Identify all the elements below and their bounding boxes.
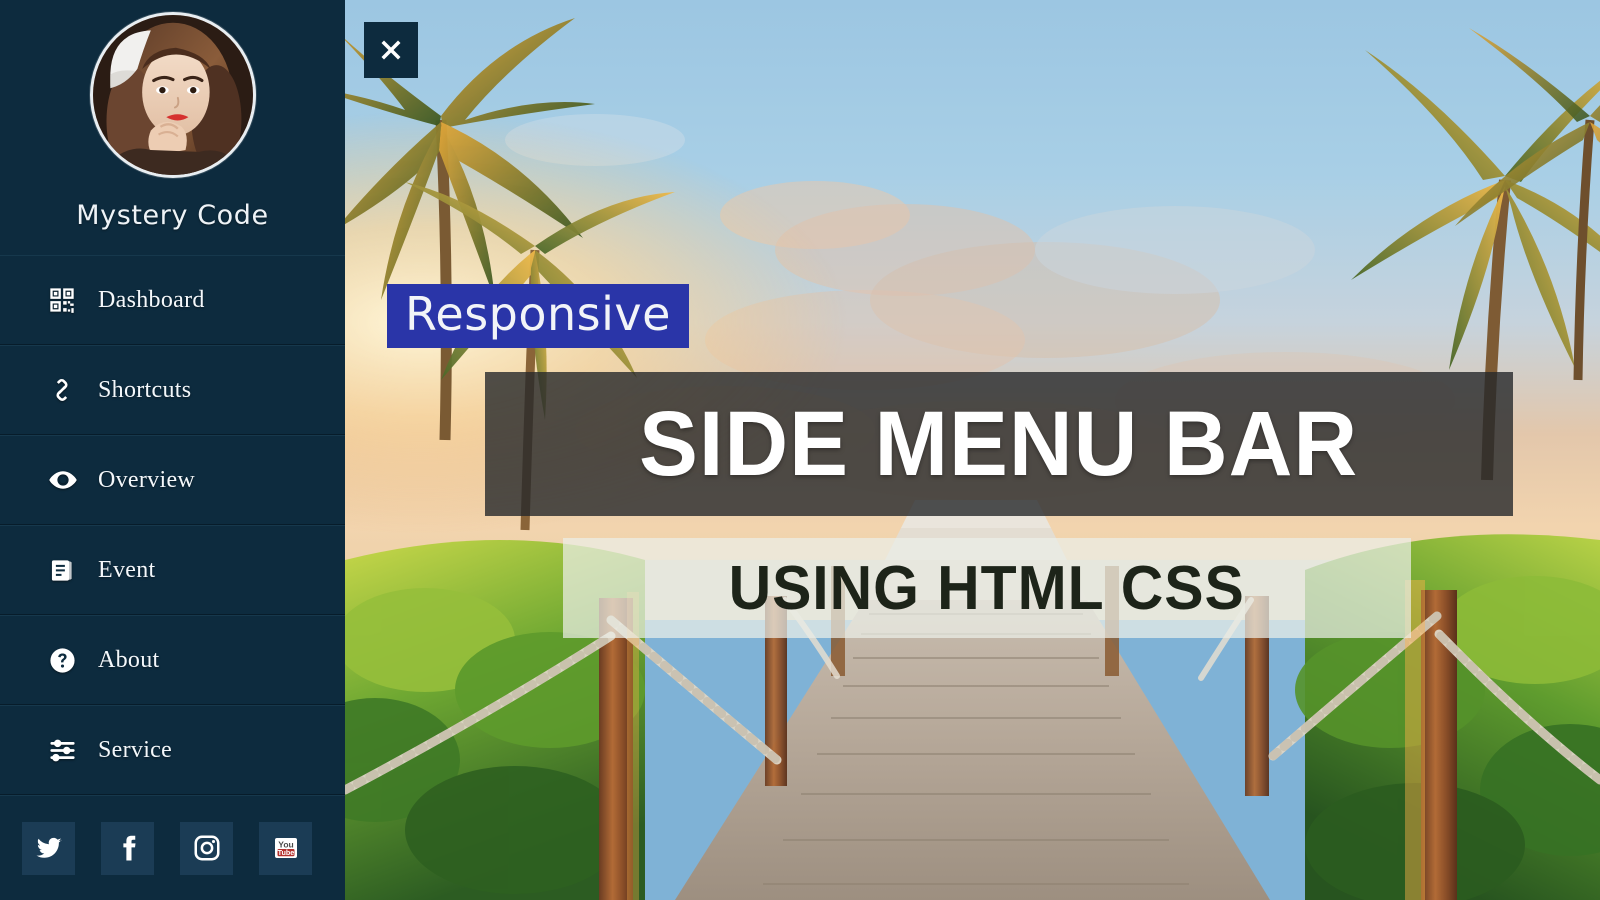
sidebar-item-shortcuts[interactable]: Shortcuts	[0, 345, 345, 435]
app-root: Mystery Code Dashboard Shortcuts Overvie…	[0, 0, 1600, 900]
social-links: You Tube	[0, 795, 345, 900]
sidebar-item-label: Event	[98, 556, 156, 583]
instagram-icon	[194, 835, 219, 861]
sidebar-item-label: About	[98, 646, 160, 673]
sidebar-item-label: Overview	[98, 466, 196, 493]
social-link-youtube[interactable]: You Tube	[259, 821, 312, 875]
sidebar-item-dashboard[interactable]: Dashboard	[0, 255, 345, 345]
social-link-twitter[interactable]	[22, 821, 75, 875]
profile-section: Mystery Code	[0, 0, 345, 255]
svg-text:Tube: Tube	[277, 848, 294, 857]
question-circle-icon	[48, 646, 84, 675]
hero-main: Responsive SIDE MENU BAR USING HTML CSS	[345, 0, 1600, 900]
hero-subtitle-band: USING HTML CSS	[563, 538, 1411, 638]
profile-name: Mystery Code	[76, 200, 269, 231]
responsive-badge: Responsive	[387, 284, 689, 349]
link-chain-icon	[48, 376, 84, 404]
sidebar-menu: Dashboard Shortcuts Overview Event About…	[0, 255, 345, 795]
social-link-instagram[interactable]	[180, 821, 233, 875]
qrcode-icon	[48, 286, 84, 314]
sidebar-item-about[interactable]: About	[0, 615, 345, 705]
eye-icon	[48, 465, 84, 495]
youtube-icon: You Tube	[274, 838, 297, 858]
sidebar-item-service[interactable]: Service	[0, 705, 345, 795]
sidebar-item-label: Dashboard	[98, 286, 205, 313]
page-subtitle: USING HTML CSS	[728, 553, 1246, 623]
twitter-icon	[36, 837, 61, 858]
page-title: SIDE MENU BAR	[639, 392, 1359, 495]
sidebar-item-label: Service	[98, 736, 173, 763]
sidebar-item-label: Shortcuts	[98, 376, 192, 403]
close-button[interactable]	[364, 22, 418, 78]
sidebar-item-overview[interactable]: Overview	[0, 435, 345, 525]
facebook-icon	[122, 835, 135, 861]
close-x-icon	[381, 40, 401, 60]
hero-title-band: SIDE MENU BAR	[485, 372, 1513, 516]
social-link-facebook[interactable]	[101, 821, 154, 875]
sidebar: Mystery Code Dashboard Shortcuts Overvie…	[0, 0, 345, 900]
avatar	[89, 12, 256, 178]
sliders-icon	[48, 736, 84, 765]
avatar-photo-icon	[92, 15, 253, 175]
sidebar-item-event[interactable]: Event	[0, 525, 345, 615]
book-icon	[48, 557, 84, 584]
